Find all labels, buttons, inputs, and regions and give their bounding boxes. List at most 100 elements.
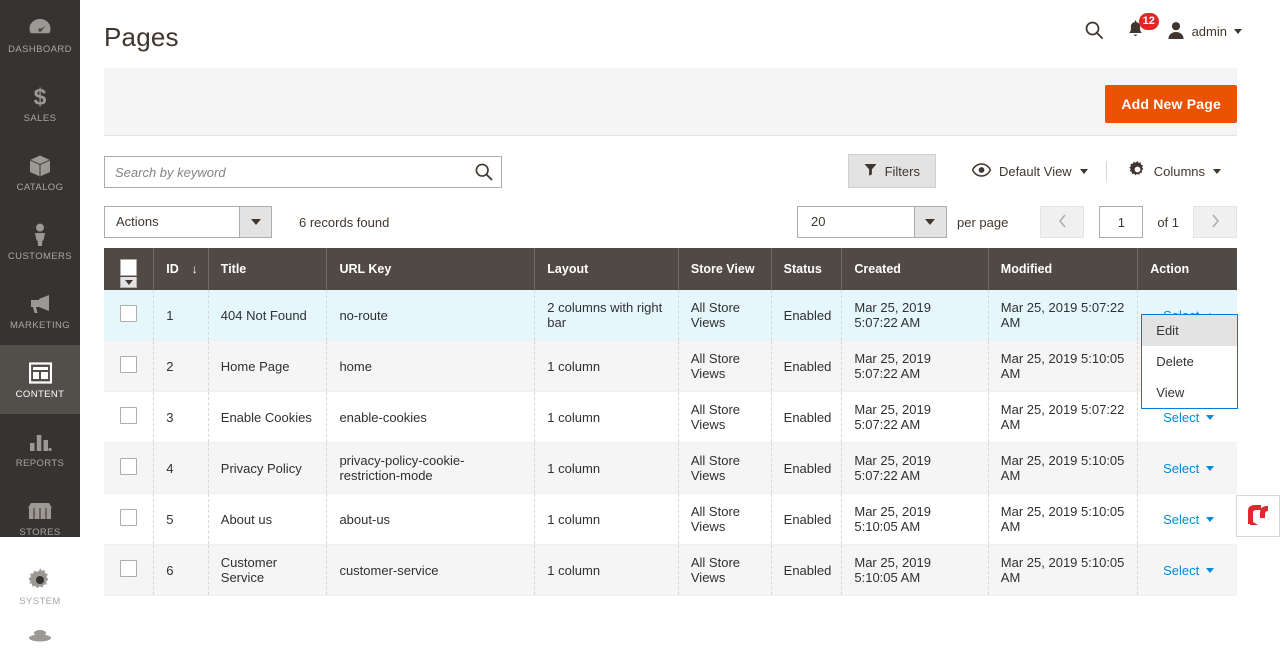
sidebar-item-sales[interactable]: $ SALES — [0, 69, 80, 138]
add-new-page-button[interactable]: Add New Page — [1105, 85, 1237, 123]
total-pages-label: of 1 — [1157, 214, 1179, 230]
action-menu-item-view[interactable]: View — [1142, 377, 1237, 408]
sidebar-item-system[interactable]: SYSTEM — [0, 552, 80, 621]
select-all-checkbox[interactable] — [120, 259, 137, 276]
chevron-down-icon — [913, 207, 946, 237]
sidebar-item-dashboard[interactable]: DASHBOARD — [0, 0, 80, 69]
cell-url-key: no-route — [326, 290, 536, 341]
sidebar-item-catalog[interactable]: CATALOG — [0, 138, 80, 207]
sidebar-item-customers[interactable]: CUSTOMERS — [0, 207, 80, 276]
pages-grid: ID ↓ Title URL Key Layout Store View Stat… — [104, 248, 1239, 596]
table-row[interactable]: 6 Customer Service customer-service 1 colum… — [104, 544, 1237, 596]
chevron-down-icon — [239, 207, 271, 237]
cell-id: 2 — [153, 340, 209, 392]
row-action-select-link[interactable]: Select — [1163, 460, 1215, 476]
row-checkbox[interactable] — [120, 407, 137, 424]
grid-toolbar-top: Filters Default View Columns — [104, 148, 1237, 200]
brand-logo-icon — [1245, 502, 1271, 531]
sort-ascending-icon: ↓ — [191, 262, 198, 276]
chevron-down-icon — [1206, 567, 1215, 573]
cell-status: Enabled — [771, 340, 843, 392]
cell-url-key: home — [326, 340, 536, 392]
cell-status: Enabled — [771, 290, 843, 341]
columns-dropdown[interactable]: Columns — [1105, 161, 1237, 181]
layout-icon — [28, 360, 52, 386]
mass-select-control[interactable] — [120, 259, 137, 288]
cell-title: Home Page — [208, 340, 328, 392]
mass-actions-dropdown[interactable]: Actions — [104, 206, 272, 238]
row-checkbox[interactable] — [120, 356, 137, 373]
table-row[interactable]: 3 Enable Cookies enable-cookies 1 column All… — [104, 391, 1237, 443]
column-header-id[interactable]: ID ↓ — [153, 248, 209, 290]
cell-id: 1 — [153, 290, 209, 341]
filters-button[interactable]: Filters — [847, 154, 936, 188]
sidebar-item-content[interactable]: CONTENT — [0, 345, 80, 414]
brand-logo-widget[interactable] — [1236, 495, 1280, 537]
sidebar-item-stores[interactable]: STORES — [0, 483, 80, 552]
user-avatar-icon — [1167, 21, 1185, 43]
row-checkbox[interactable] — [120, 458, 137, 475]
next-page-button[interactable] — [1193, 206, 1237, 238]
cell-layout: 1 column — [534, 391, 679, 443]
sidebar-item-label: CUSTOMERS — [7, 250, 73, 262]
action-menu-item-edit[interactable]: Edit — [1142, 315, 1238, 346]
cell-store-view: All Store Views — [678, 391, 772, 443]
sidebar-item-marketing[interactable]: MARKETING — [0, 276, 80, 345]
table-row[interactable]: 2 Home Page home 1 column All Store Views Ena… — [104, 340, 1237, 392]
column-header-status[interactable]: Status — [771, 248, 843, 290]
gear-icon — [28, 567, 52, 593]
current-page-input[interactable] — [1099, 206, 1144, 238]
column-header-modified[interactable]: Modified — [988, 248, 1139, 290]
action-menu-item-delete[interactable]: Delete — [1142, 346, 1237, 377]
sidebar-item-find-partners[interactable] — [0, 621, 80, 651]
notifications-button[interactable]: 12 — [1126, 13, 1159, 43]
row-checkbox-cell[interactable] — [104, 290, 155, 341]
cell-status: Enabled — [771, 442, 843, 494]
row-action-select-label: Select — [1163, 460, 1200, 476]
user-name: admin — [1191, 24, 1227, 39]
cell-url-key: customer-service — [326, 544, 536, 596]
column-header-created[interactable]: Created — [841, 248, 989, 290]
table-row[interactable]: 1 404 Not Found no-route 2 columns with rig… — [104, 290, 1239, 409]
row-action-select-link[interactable]: Select — [1163, 563, 1215, 578]
row-checkbox[interactable] — [120, 305, 137, 322]
search-submit-button[interactable] — [474, 162, 494, 185]
row-checkbox-cell[interactable] — [104, 544, 155, 596]
row-checkbox[interactable] — [120, 560, 137, 577]
per-page-dropdown[interactable]: 20 — [796, 206, 947, 238]
keyword-search-box[interactable] — [104, 156, 502, 188]
row-checkbox-cell[interactable] — [104, 442, 155, 494]
cell-layout: 1 column — [534, 442, 679, 494]
cell-modified: Mar 25, 2019 5:07:22 AM — [988, 391, 1139, 443]
default-view-dropdown[interactable]: Default View — [956, 162, 1104, 180]
default-view-label: Default View — [998, 163, 1072, 179]
user-menu[interactable]: admin — [1167, 21, 1242, 43]
page-actions-panel: Add New Page — [104, 68, 1237, 136]
table-row[interactable]: 4 Privacy Policy privacy-policy-cookie-res… — [104, 442, 1237, 494]
chevron-down-icon[interactable] — [120, 277, 137, 288]
global-search-button[interactable] — [1084, 20, 1104, 43]
funnel-icon — [864, 163, 877, 179]
previous-page-button[interactable] — [1040, 206, 1085, 238]
row-action-select-link[interactable]: Select — [1163, 512, 1215, 527]
sidebar-item-reports[interactable]: REPORTS — [0, 414, 80, 483]
column-label: ID — [166, 262, 179, 276]
sidebar-item-label: SALES — [23, 112, 57, 124]
notifications-badge: 12 — [1138, 13, 1159, 30]
search-input[interactable] — [105, 157, 465, 187]
bar-chart-icon — [28, 429, 52, 455]
sidebar-item-label: CONTENT — [15, 388, 65, 400]
row-checkbox-cell[interactable] — [104, 340, 155, 392]
cell-created: Mar 25, 2019 5:10:05 AM — [841, 544, 989, 596]
chevron-down-icon — [1206, 465, 1215, 471]
row-checkbox-cell[interactable] — [104, 391, 155, 443]
pagination-controls: 20 per page of 1 — [796, 206, 1237, 238]
cell-store-view: All Store Views — [678, 442, 772, 494]
column-header-store-view[interactable]: Store View — [678, 248, 772, 290]
column-header-layout[interactable]: Layout — [534, 248, 679, 290]
row-action-select-link[interactable]: Select — [1163, 409, 1215, 425]
row-checkbox[interactable] — [120, 509, 137, 526]
row-action-select-label: Select — [1163, 409, 1200, 425]
column-header-url-key[interactable]: URL Key — [326, 248, 536, 290]
column-header-title[interactable]: Title — [208, 248, 328, 290]
